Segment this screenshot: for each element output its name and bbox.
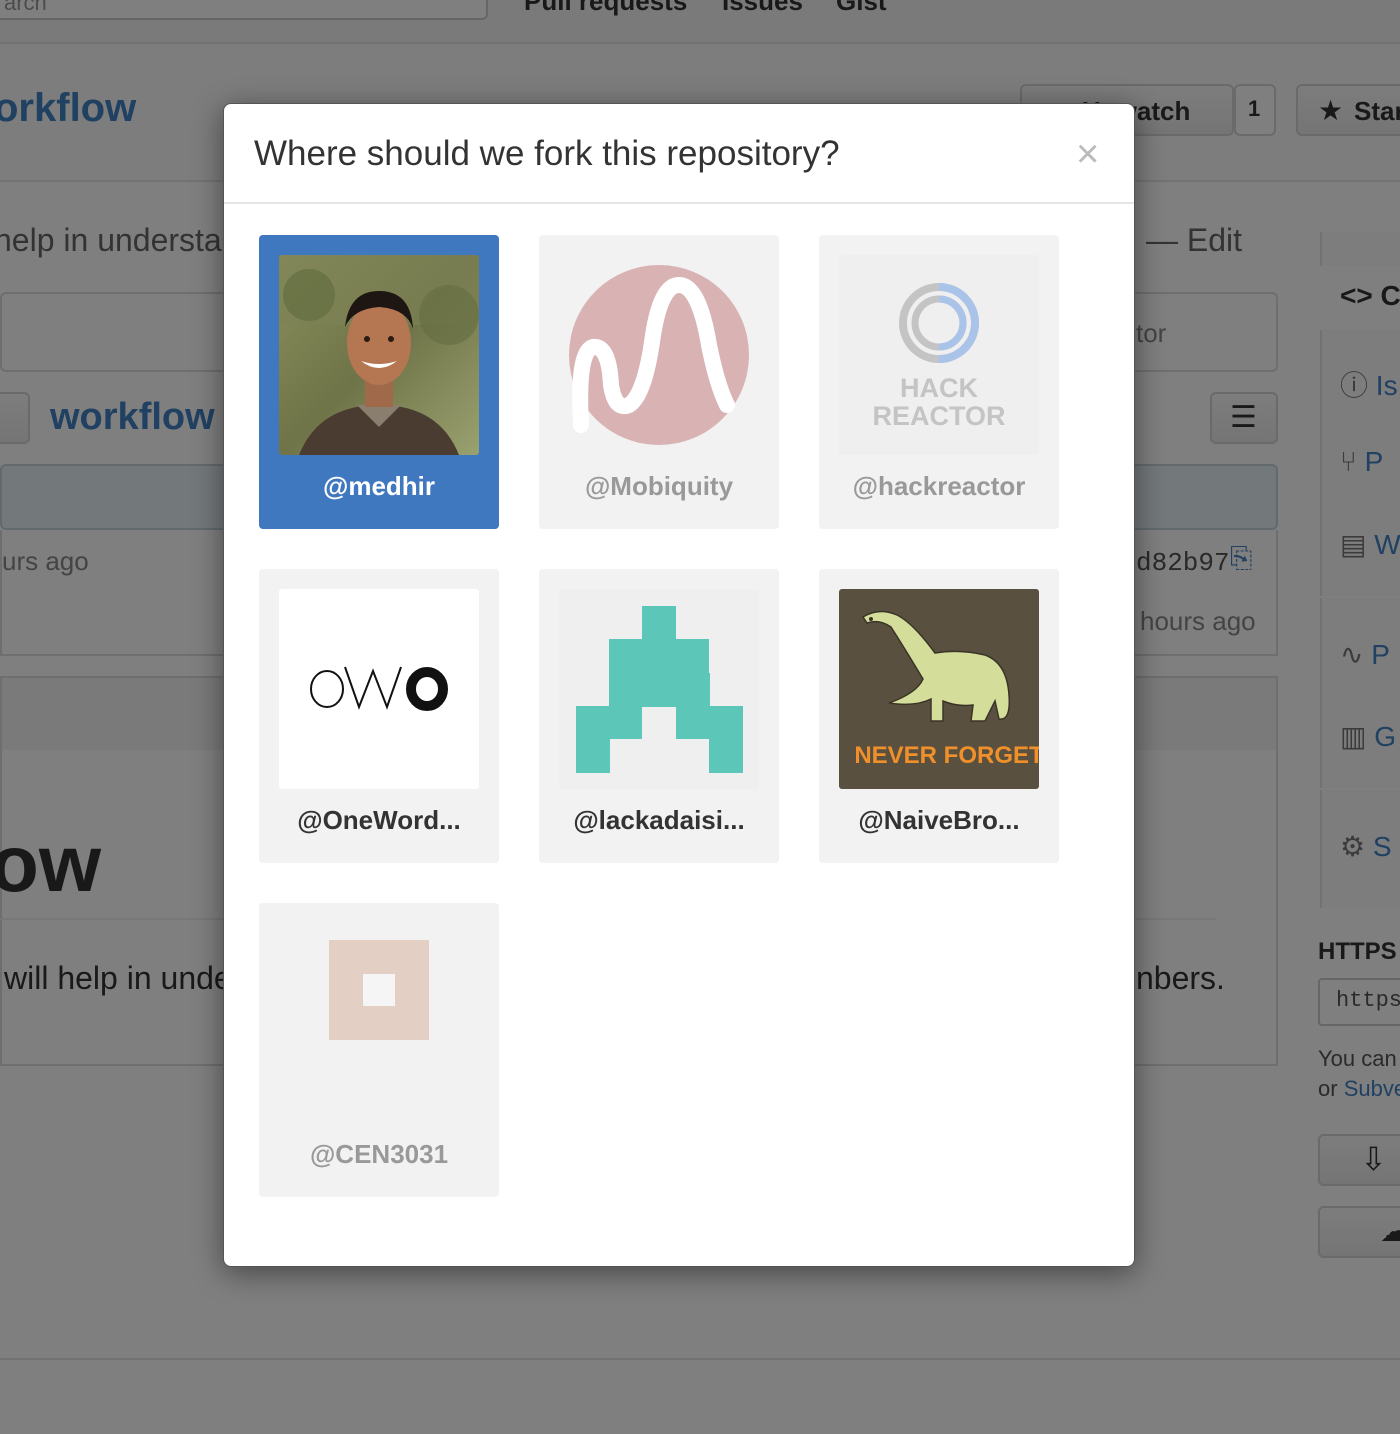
avatar <box>559 255 759 455</box>
fork-target-hackreactor[interactable]: HACK REACTOR @hackreactor <box>819 235 1059 529</box>
tile-label: @NaiveBro... <box>858 805 1020 835</box>
avatar <box>279 589 479 789</box>
hack-reactor-logo-icon: HACK REACTOR <box>872 283 1006 431</box>
mobiquity-logo-icon <box>569 265 749 445</box>
fork-target-medhir[interactable]: @medhir <box>259 235 499 529</box>
logo-text-reactor: REACTOR <box>872 401 1005 431</box>
fork-target-cen3031[interactable]: @CEN3031 <box>259 903 499 1197</box>
fork-target-lackadaisi[interactable]: @lackadaisi... <box>539 569 779 863</box>
tile-label: @OneWord... <box>297 805 461 835</box>
person-photo-icon <box>279 255 479 455</box>
fork-target-naivebro[interactable]: NEVER FORGET @NaiveBro... <box>819 569 1059 863</box>
dialog-title: Where should we fork this repository? <box>254 134 840 173</box>
tile-label: @lackadaisi... <box>573 805 745 835</box>
tile-label: @hackreactor <box>852 471 1026 501</box>
dialog-header: Where should we fork this repository? × <box>224 104 1134 204</box>
fork-target-oneword[interactable]: @OneWord... <box>259 569 499 863</box>
tile-label: @medhir <box>322 471 436 501</box>
avatar: NEVER FORGET <box>839 589 1039 789</box>
never-forget-text: NEVER FORGET <box>854 742 1039 769</box>
dinosaur-poster-icon: NEVER FORGET <box>854 610 1039 769</box>
avatar <box>559 589 759 789</box>
fork-target-mobiquity[interactable]: @Mobiquity <box>539 235 779 529</box>
identicon-teal-icon <box>576 606 743 773</box>
avatar <box>279 923 479 1123</box>
logo-text-hack: HACK <box>900 373 978 403</box>
tile-label: @Mobiquity <box>584 471 734 501</box>
owo-logo-icon <box>310 666 448 711</box>
tile-label: @CEN3031 <box>309 1139 449 1169</box>
avatar <box>279 255 479 455</box>
identicon-beige-icon <box>329 940 429 1040</box>
avatar: HACK REACTOR <box>839 255 1039 455</box>
close-icon[interactable]: × <box>1076 134 1099 174</box>
fork-dialog: Where should we fork this repository? × <box>223 103 1135 1267</box>
